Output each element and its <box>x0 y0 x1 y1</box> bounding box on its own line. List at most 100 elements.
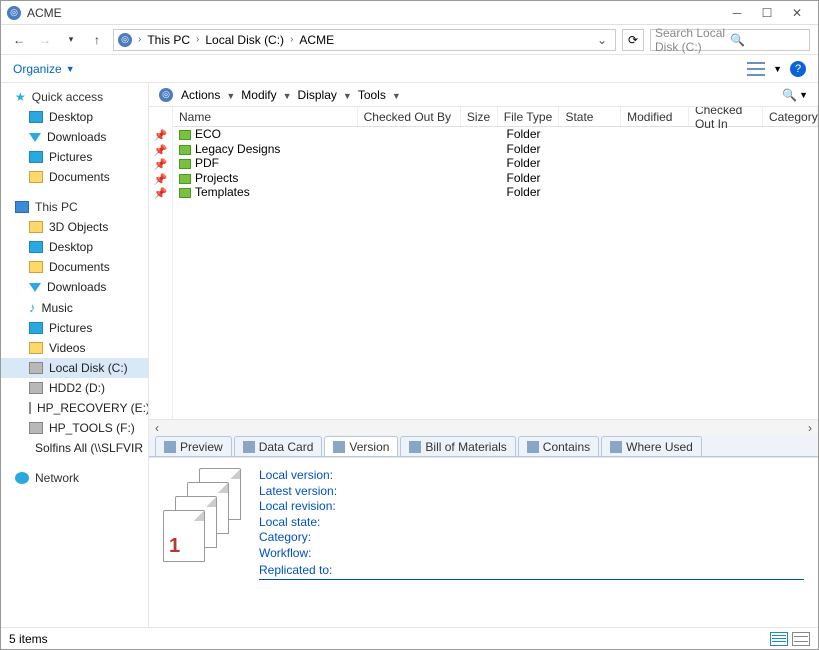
sidebar-quick-access[interactable]: ★ Quick access <box>1 87 148 107</box>
scroll-right-icon[interactable]: › <box>802 421 818 435</box>
sidebar-item-label: HP_RECOVERY (E:) <box>37 401 148 415</box>
sidebar-network[interactable]: Network <box>1 468 148 488</box>
caret-down-icon[interactable]: ▼ <box>773 64 782 74</box>
pdm-toolbar: ◎ Actions▼Modify▼Display▼Tools▼ 🔍▼ <box>149 83 818 107</box>
file-type: Folder <box>500 142 562 156</box>
pin-icon[interactable]: 📌 <box>154 173 168 188</box>
column-header[interactable]: Name <box>173 107 358 126</box>
file-type: Folder <box>500 156 562 170</box>
sidebar-item[interactable]: Documents <box>1 257 148 277</box>
caret-down-icon: ▼ <box>390 91 403 101</box>
zoom-button[interactable]: 🔍▼ <box>782 88 808 102</box>
scroll-left-icon[interactable]: ‹ <box>149 421 165 435</box>
large-icons-view-button[interactable] <box>792 632 810 646</box>
sidebar-item[interactable]: Documents <box>1 167 148 187</box>
file-row[interactable]: PDF Folder <box>173 156 818 171</box>
sidebar-item[interactable]: Downloads <box>1 127 148 147</box>
sidebar-item[interactable]: 3D Objects <box>1 217 148 237</box>
folder-icon <box>179 130 191 140</box>
file-list-header[interactable]: NameChecked Out BySizeFile TypeStateModi… <box>173 107 818 127</box>
sidebar-item-label: Downloads <box>47 130 106 144</box>
close-button[interactable]: ✕ <box>782 3 812 23</box>
column-header[interactable]: Checked Out In <box>689 107 763 126</box>
sidebar-item[interactable]: HDD2 (D:) <box>1 378 148 398</box>
breadcrumb[interactable]: ◎ › This PC › Local Disk (C:) › ACME ⌄ <box>113 29 616 51</box>
back-button[interactable]: ← <box>9 30 29 50</box>
sidebar-item[interactable]: Local Disk (C:) <box>1 358 148 378</box>
search-icon: 🔍 <box>730 33 805 47</box>
sidebar-item[interactable]: Solfins All (\\SLFVIR <box>1 438 148 458</box>
sidebar-item-label: Documents <box>49 260 110 274</box>
sidebar-item[interactable]: ♪Music <box>1 297 148 318</box>
pin-icon[interactable]: 📌 <box>154 158 168 173</box>
breadcrumb-dropdown[interactable]: ⌄ <box>593 33 611 47</box>
pdm-menu-display[interactable]: Display <box>294 88 341 102</box>
pin-icon[interactable]: 📌 <box>154 129 168 144</box>
sidebar-item[interactable]: Desktop <box>1 237 148 257</box>
up-button[interactable]: ↑ <box>87 30 107 50</box>
sidebar-label: Network <box>35 471 79 485</box>
breadcrumb-item[interactable]: Local Disk (C:) <box>201 33 288 47</box>
breadcrumb-item[interactable]: ACME <box>295 33 338 47</box>
sidebar-item[interactable]: Pictures <box>1 318 148 338</box>
tab-icon <box>333 441 345 453</box>
sidebar-item[interactable]: Desktop <box>1 107 148 127</box>
maximize-button[interactable]: ☐ <box>752 3 782 23</box>
download-icon <box>29 283 41 292</box>
tab-bill of materials[interactable]: Bill of Materials <box>400 436 515 456</box>
tab-where used[interactable]: Where Used <box>601 436 702 456</box>
tab-contains[interactable]: Contains <box>518 436 599 456</box>
version-field: Workflow: <box>259 546 804 562</box>
organize-label: Organize <box>13 62 62 76</box>
file-type: Folder <box>500 127 562 141</box>
tab-preview[interactable]: Preview <box>155 436 232 456</box>
status-text: 5 items <box>9 632 48 646</box>
column-header[interactable]: State <box>559 107 621 126</box>
sidebar-item-label: Local Disk (C:) <box>49 361 128 375</box>
recent-dropdown[interactable]: ▾ <box>61 30 81 50</box>
minimize-button[interactable]: ─ <box>722 3 752 23</box>
sidebar-item[interactable]: Videos <box>1 338 148 358</box>
breadcrumb-root-icon: ◎ <box>118 33 132 47</box>
file-row[interactable]: Projects Folder <box>173 171 818 186</box>
column-header[interactable]: File Type <box>498 107 560 126</box>
file-row[interactable]: Legacy Designs Folder <box>173 142 818 157</box>
sidebar-item-label: Documents <box>49 170 110 184</box>
column-header[interactable]: Size <box>461 107 498 126</box>
pdm-menu-modify[interactable]: Modify <box>237 88 280 102</box>
horizontal-scrollbar[interactable]: ‹ › <box>149 419 818 435</box>
details-view-button[interactable] <box>770 632 788 646</box>
column-header[interactable]: Modified <box>621 107 689 126</box>
sidebar-this-pc[interactable]: This PC <box>1 197 148 217</box>
network-icon <box>15 472 29 484</box>
version-field: Local revision: <box>259 499 804 515</box>
file-row[interactable]: Templates Folder <box>173 185 818 200</box>
file-type: Folder <box>500 171 562 185</box>
version-field: Category: <box>259 530 804 546</box>
sidebar-item[interactable]: Pictures <box>1 147 148 167</box>
pdm-menu-tools[interactable]: Tools <box>354 88 390 102</box>
sidebar-item[interactable]: Downloads <box>1 277 148 297</box>
drive-icon <box>29 422 43 434</box>
forward-button[interactable]: → <box>35 30 55 50</box>
sidebar-item-label: Videos <box>49 341 85 355</box>
organize-menu[interactable]: Organize ▼ <box>13 62 75 76</box>
help-button[interactable]: ? <box>790 61 806 77</box>
sidebar-item-label: Pictures <box>49 150 92 164</box>
sidebar-item[interactable]: HP_RECOVERY (E:) <box>1 398 148 418</box>
pin-icon[interactable]: 📌 <box>154 187 168 202</box>
refresh-button[interactable]: ⟳ <box>622 29 644 51</box>
search-input[interactable]: Search Local Disk (C:) 🔍 <box>650 29 810 51</box>
tab-version[interactable]: Version <box>324 436 398 456</box>
version-field: Local state: <box>259 515 804 531</box>
tab-data card[interactable]: Data Card <box>234 436 323 456</box>
sidebar-item[interactable]: HP_TOOLS (F:) <box>1 418 148 438</box>
pdm-menu-actions[interactable]: Actions <box>177 88 224 102</box>
pin-icon[interactable]: 📌 <box>154 144 168 159</box>
tab-label: Version <box>349 440 389 454</box>
breadcrumb-item[interactable]: This PC <box>143 33 194 47</box>
column-header[interactable]: Category <box>763 107 818 126</box>
folder-icon <box>179 174 191 184</box>
column-header[interactable]: Checked Out By <box>358 107 461 126</box>
view-options-button[interactable] <box>747 62 765 76</box>
